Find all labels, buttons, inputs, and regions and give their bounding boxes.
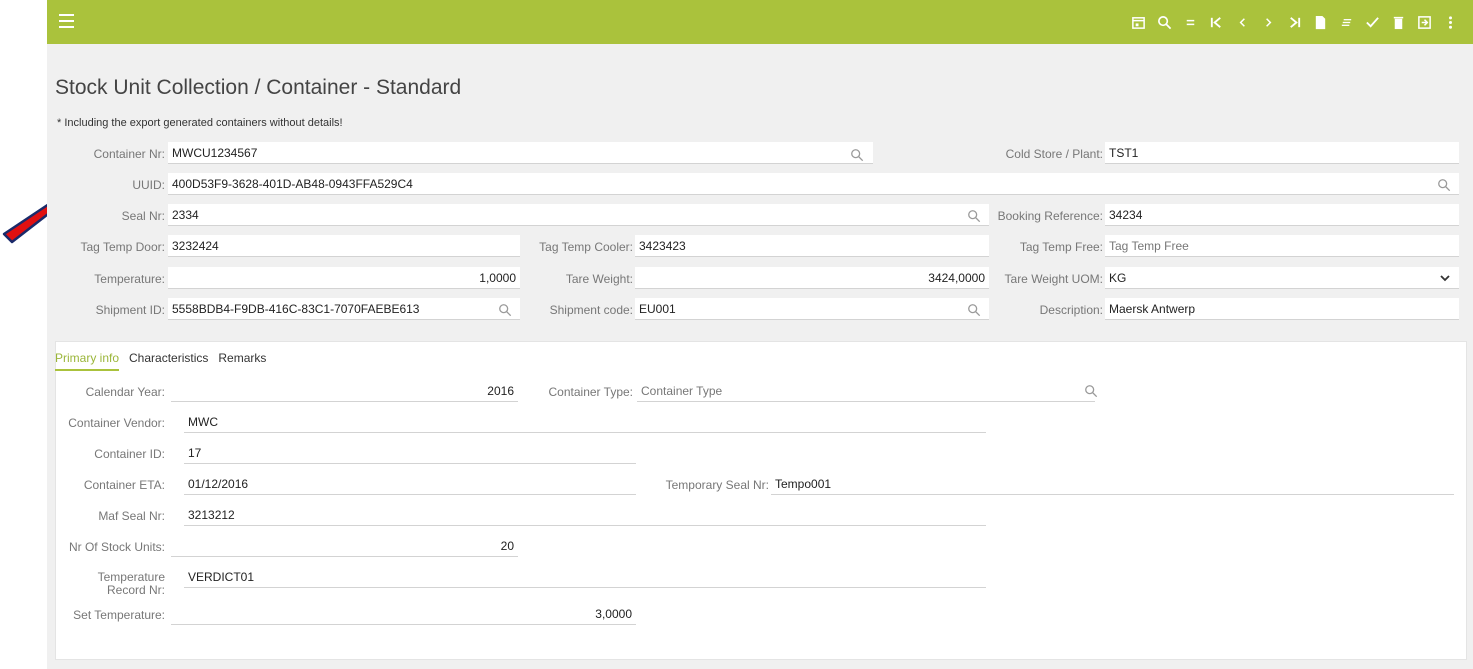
new-document-icon[interactable]	[1307, 0, 1333, 44]
next-icon[interactable]	[1255, 0, 1281, 44]
description-label: Description:	[1039, 303, 1103, 317]
container-nr-search-icon[interactable]	[850, 148, 864, 162]
filter-icon[interactable]	[1333, 0, 1359, 44]
seal-nr-label: Seal Nr:	[121, 209, 165, 223]
tag-temp-door-label: Tag Temp Door:	[80, 240, 166, 254]
temperature-input[interactable]: 1,0000	[168, 267, 520, 289]
shipment-id-search-icon[interactable]	[498, 303, 512, 317]
container-vendor-input[interactable]: MWC	[184, 411, 986, 433]
hamburger-icon[interactable]	[59, 14, 74, 28]
cold-store-input[interactable]: TST1	[1105, 142, 1459, 164]
tare-weight-uom-select[interactable]: KG	[1105, 267, 1459, 289]
previous-icon[interactable]	[1229, 0, 1255, 44]
booking-reference-label: Booking Reference:	[997, 209, 1103, 223]
nr-of-stock-units-label: Nr Of Stock Units:	[68, 540, 165, 554]
shipment-id-input[interactable]: 5558BDB4-F9DB-416C-83C1-7070FAEBE613	[168, 298, 520, 320]
tab-remarks[interactable]: Remarks	[218, 351, 266, 371]
uuid-label: UUID:	[132, 178, 165, 192]
tare-weight-uom-label: Tare Weight UOM:	[1004, 272, 1103, 286]
tag-temp-free-label: Tag Temp Free:	[1019, 240, 1103, 254]
seal-nr-input[interactable]: 2334	[168, 204, 989, 226]
set-temperature-input[interactable]: 3,0000	[171, 603, 636, 625]
exit-icon[interactable]	[1411, 0, 1437, 44]
tag-temp-cooler-label: Tag Temp Cooler:	[539, 240, 633, 254]
maf-seal-nr-input[interactable]: 3213212	[184, 504, 986, 526]
tare-weight-input[interactable]: 3424,0000	[635, 267, 989, 289]
temporary-seal-nr-label: Temporary Seal Nr:	[665, 478, 769, 492]
nr-of-stock-units-input[interactable]: 20	[171, 535, 518, 557]
set-temperature-label: Set Temperature:	[73, 608, 165, 622]
tag-temp-cooler-input[interactable]: 3423423	[635, 235, 989, 257]
tab-characteristics[interactable]: Characteristics	[129, 351, 208, 371]
uuid-search-icon[interactable]	[1437, 178, 1451, 192]
container-type-label: Container Type:	[548, 385, 634, 399]
tag-temp-door-input[interactable]: 3232424	[168, 235, 520, 257]
more-vertical-icon[interactable]	[1437, 0, 1463, 44]
uuid-input[interactable]: 400D53F9-3628-401D-AB48-0943FFA529C4	[168, 173, 1459, 195]
tab-primary-info[interactable]: Primary info	[55, 351, 120, 371]
tab-bar: Primary info Characteristics Remarks	[55, 351, 266, 371]
container-eta-input[interactable]: 01/12/2016	[184, 473, 636, 495]
maf-seal-nr-label: Maf Seal Nr:	[98, 509, 165, 523]
temperature-record-nr-label: Temperature Record Nr:	[47, 571, 165, 597]
tare-weight-label: Tare Weight:	[565, 272, 633, 286]
chevron-down-icon[interactable]	[1440, 273, 1450, 283]
temperature-record-nr-input[interactable]: VERDICT01	[184, 566, 986, 588]
temperature-record-nr-label-line2: Record Nr:	[106, 583, 165, 597]
container-nr-input[interactable]: MWCU1234567	[168, 142, 873, 164]
calendar-icon[interactable]	[1125, 0, 1151, 44]
temporary-seal-nr-input[interactable]: Tempo001	[771, 473, 1454, 495]
info-note: * Including the export generated contain…	[57, 117, 343, 129]
shipment-code-input[interactable]: EU001	[635, 298, 989, 320]
delete-icon[interactable]	[1385, 0, 1411, 44]
container-id-input[interactable]: 17	[184, 442, 636, 464]
first-record-icon[interactable]	[1203, 0, 1229, 44]
container-eta-label: Container ETA:	[83, 478, 165, 492]
last-record-icon[interactable]	[1281, 0, 1307, 44]
top-toolbar	[47, 0, 1473, 44]
check-icon[interactable]	[1359, 0, 1385, 44]
cold-store-label: Cold Store / Plant:	[1005, 147, 1103, 161]
container-id-label: Container ID:	[94, 447, 165, 461]
equals-icon[interactable]	[1177, 0, 1203, 44]
tag-temp-free-input[interactable]: Tag Temp Free	[1105, 235, 1459, 257]
shipment-code-label: Shipment code:	[549, 303, 633, 317]
container-nr-label: Container Nr:	[93, 147, 165, 161]
container-type-input[interactable]: Container Type	[637, 380, 1095, 402]
description-input[interactable]: Maersk Antwerp	[1105, 298, 1459, 320]
calendar-year-input[interactable]: 2016	[171, 380, 518, 402]
booking-reference-input[interactable]: 34234	[1105, 204, 1459, 226]
calendar-year-label: Calendar Year:	[85, 385, 165, 399]
container-vendor-label: Container Vendor:	[68, 416, 165, 430]
temperature-label: Temperature:	[94, 272, 165, 286]
app-window: Stock Unit Collection / Container - Stan…	[47, 0, 1473, 669]
shipment-id-label: Shipment ID:	[95, 303, 165, 317]
container-type-search-icon[interactable]	[1084, 384, 1098, 398]
page-title: Stock Unit Collection / Container - Stan…	[55, 76, 462, 99]
search-icon[interactable]	[1151, 0, 1177, 44]
